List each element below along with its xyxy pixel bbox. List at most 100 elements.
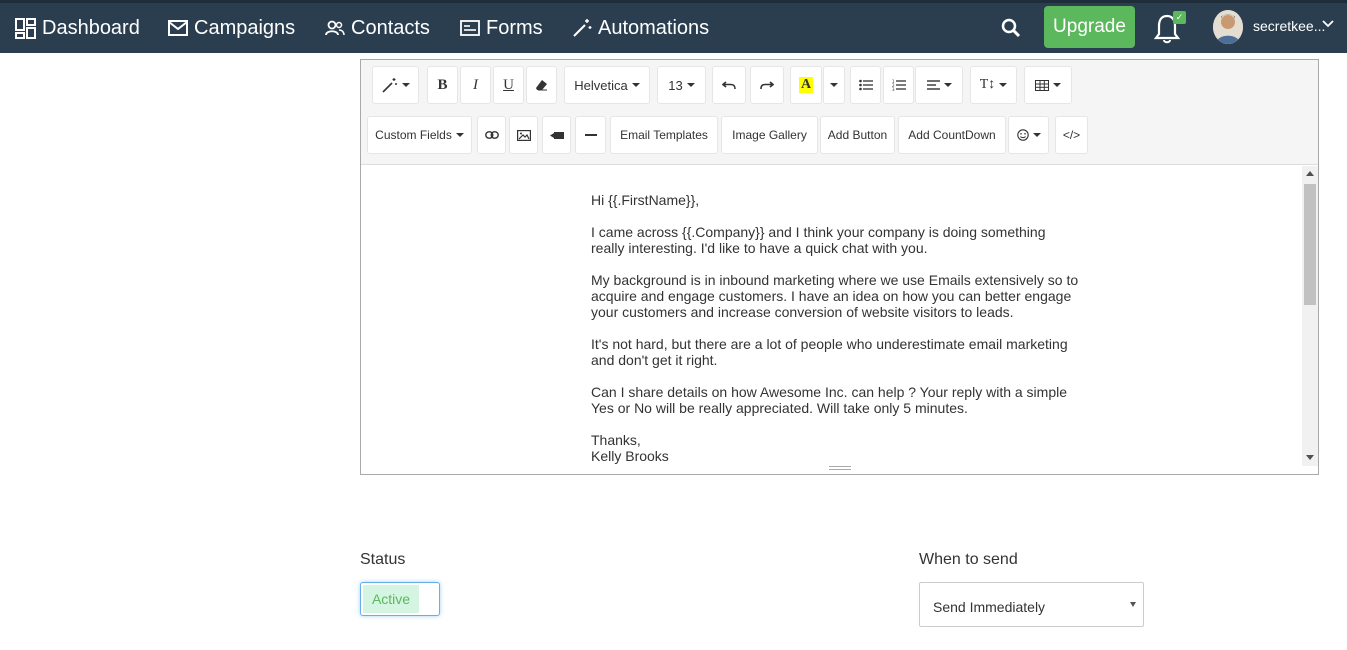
search-button[interactable] [1001, 3, 1027, 53]
redo-icon [760, 81, 774, 90]
align-dropdown-button[interactable] [915, 66, 963, 104]
scroll-down-icon[interactable] [1306, 455, 1314, 460]
svg-text:3: 3 [892, 87, 895, 91]
font-family-value: Helvetica [574, 77, 628, 93]
editor-content[interactable]: Hi {{.FirstName}}, I came across {{.Comp… [361, 166, 1301, 466]
table-button[interactable] [1024, 66, 1072, 104]
users-icon [325, 20, 345, 36]
insert-image-button[interactable] [509, 116, 538, 154]
insert-link-button[interactable] [477, 116, 506, 154]
add-button-button[interactable]: Add Button [820, 116, 895, 154]
when-to-send-select[interactable]: Send Immediately [919, 582, 1144, 627]
email-body[interactable]: Hi {{.FirstName}}, I came across {{.Comp… [591, 192, 1081, 464]
insert-video-button[interactable] [542, 116, 571, 154]
nav-campaigns-label: Campaigns [194, 16, 296, 39]
redo-button[interactable] [750, 66, 784, 104]
when-to-send-label: When to send [919, 551, 1018, 568]
status-label: Status [360, 551, 406, 568]
nav-automations[interactable]: Automations [572, 3, 709, 53]
align-left-icon [926, 80, 940, 90]
username[interactable]: secretkee... [1253, 18, 1325, 34]
underline-button[interactable]: U [493, 66, 524, 104]
nav-dashboard-label: Dashboard [42, 16, 140, 39]
email-signoff: Thanks, [591, 432, 641, 448]
eraser-icon [536, 80, 547, 91]
envelope-icon [168, 20, 188, 36]
table-icon [1035, 79, 1049, 91]
highlight-icon: A [798, 77, 814, 93]
email-templates-button[interactable]: Email Templates [610, 116, 718, 154]
scroll-up-icon[interactable] [1306, 171, 1314, 176]
image-gallery-button[interactable]: Image Gallery [721, 116, 818, 154]
add-countdown-button[interactable]: Add CountDown [898, 116, 1006, 154]
bullet-list-button[interactable] [850, 66, 881, 104]
magic-wand-icon [573, 19, 592, 37]
emoji-dropdown-button[interactable] [1008, 116, 1049, 154]
nav-contacts-label: Contacts [351, 16, 430, 39]
nav-contacts[interactable]: Contacts [325, 3, 430, 53]
bold-button[interactable]: B [427, 66, 458, 104]
nav-dashboard[interactable]: Dashboard [15, 3, 140, 53]
caret-down-icon [1053, 83, 1061, 87]
dashboard-icon [15, 17, 36, 39]
email-paragraph-3: It's not hard, but there are a lot of pe… [591, 336, 1068, 368]
caret-down-icon [1130, 602, 1136, 607]
image-icon [516, 129, 531, 141]
custom-fields-label: Custom Fields [375, 128, 452, 142]
emoji-icon [1016, 129, 1029, 141]
status-toggle[interactable]: Active [360, 582, 440, 616]
caret-down-icon [999, 83, 1008, 87]
undo-button[interactable] [712, 66, 746, 104]
caret-down-icon [455, 133, 464, 137]
email-paragraph-2: My background is in inbound marketing wh… [591, 272, 1079, 320]
magic-wand-icon [381, 78, 397, 93]
clear-format-button[interactable] [526, 66, 557, 104]
italic-button[interactable]: I [460, 66, 491, 104]
caret-down-icon [686, 83, 695, 87]
email-signature: Kelly Brooks [591, 448, 669, 464]
nav-automations-label: Automations [598, 16, 710, 39]
upgrade-button[interactable]: Upgrade [1044, 6, 1135, 48]
chevron-down-icon[interactable] [1322, 20, 1334, 28]
color-dropdown-button[interactable] [823, 66, 845, 104]
highlight-color-button[interactable]: A [790, 66, 822, 104]
search-icon [1001, 18, 1021, 38]
caret-down-icon [943, 83, 952, 87]
editor-resize-handle[interactable] [829, 466, 851, 474]
notifications-button[interactable]: ✓ [1153, 11, 1189, 47]
editor-scrollbar[interactable] [1302, 166, 1318, 466]
notification-badge: ✓ [1173, 11, 1186, 24]
text-size-icon: T↕ [979, 77, 996, 92]
scroll-thumb[interactable] [1304, 184, 1316, 305]
when-to-send-value: Send Immediately [933, 599, 1046, 615]
horizontal-rule-icon [584, 134, 597, 136]
nav-forms-label: Forms [486, 16, 543, 39]
nav-campaigns[interactable]: Campaigns [168, 3, 295, 53]
caret-down-icon [401, 83, 410, 87]
email-greeting: Hi {{.FirstName}}, [591, 192, 700, 208]
nav-forms[interactable]: Forms [460, 3, 543, 53]
caret-down-icon [830, 83, 838, 87]
font-family-select[interactable]: Helvetica [564, 66, 650, 104]
video-icon [549, 131, 564, 139]
form-icon [460, 20, 480, 36]
numbered-list-icon: 123 [892, 79, 906, 91]
font-size-select[interactable]: 13 [657, 66, 706, 104]
numbered-list-button[interactable]: 123 [883, 66, 914, 104]
magic-style-button[interactable] [372, 66, 419, 104]
custom-fields-dropdown[interactable]: Custom Fields [367, 116, 472, 154]
email-paragraph-1: I came across {{.Company}} and I think y… [591, 224, 1046, 256]
undo-icon [722, 81, 736, 90]
caret-down-icon [631, 83, 640, 87]
text-size-button[interactable]: T↕ [970, 66, 1017, 104]
horizontal-rule-button[interactable] [575, 116, 606, 154]
status-toggle-value: Active [363, 585, 419, 613]
avatar[interactable] [1213, 10, 1243, 44]
code-view-button[interactable]: </> [1055, 116, 1088, 154]
email-paragraph-4: Can I share details on how Awesome Inc. … [591, 384, 1068, 416]
email-editor: B I U Helvetica 13 A 123 T↕ Custom Field… [360, 59, 1319, 475]
top-navbar: Dashboard Campaigns Contacts Forms Autom… [0, 0, 1347, 53]
font-size-value: 13 [668, 77, 683, 93]
caret-down-icon [1032, 133, 1041, 137]
editor-toolbar: B I U Helvetica 13 A 123 T↕ Custom Field… [361, 60, 1318, 165]
